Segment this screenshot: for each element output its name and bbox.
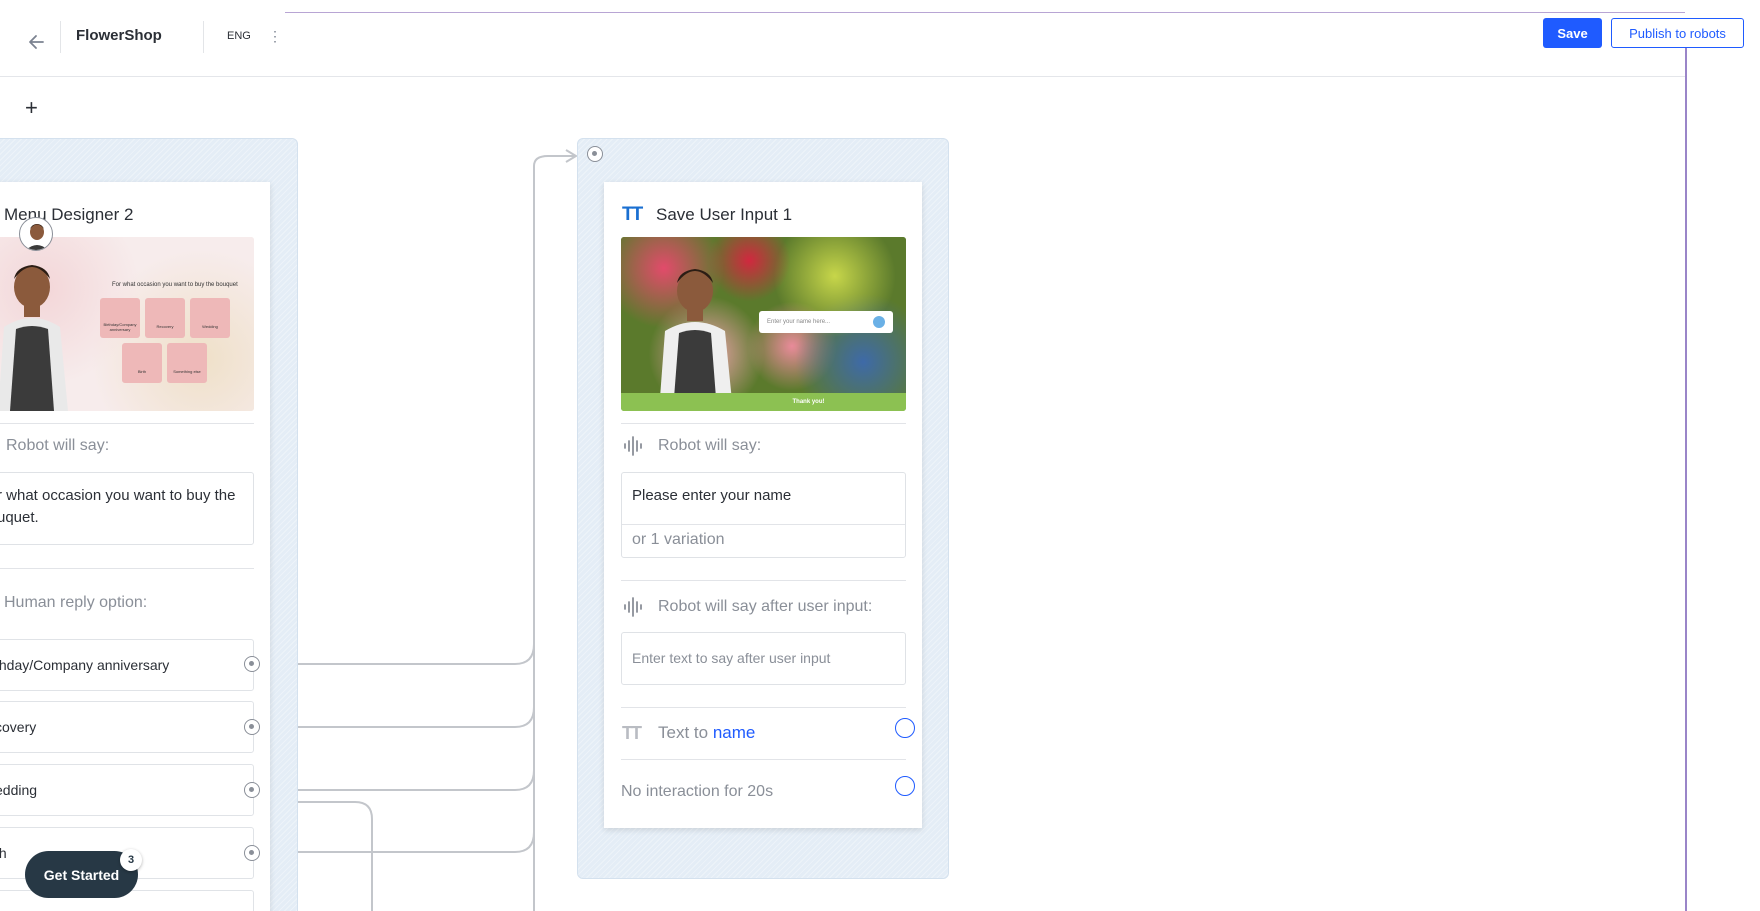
robot-speech-text: r what occasion you want to buy the uque… (0, 487, 236, 526)
input-port[interactable] (587, 146, 603, 162)
reply-option[interactable]: thday/Company anniversary (0, 639, 254, 691)
back-arrow-icon[interactable] (26, 31, 48, 53)
top-bar: FlowerShop ENG ⋮ Save Publish to robots (0, 13, 1744, 77)
robot-will-say-label: Robot will say: (658, 437, 762, 454)
robot-will-say-label: Robot will say: (6, 437, 110, 454)
timeout-output-port[interactable] (895, 776, 915, 796)
text-output-port[interactable] (895, 718, 915, 738)
divider (0, 423, 254, 424)
divider (203, 21, 204, 53)
save-user-input-card[interactable]: TT Save User Input 1 Enter your name her… (604, 182, 922, 828)
robot-after-input-label: Robot will say after user input: (658, 598, 873, 615)
human-reply-label: Human reply option: (4, 594, 148, 611)
text-type-icon: TT (622, 204, 643, 225)
divider (622, 524, 905, 525)
divider (621, 759, 906, 760)
preview-question: For what occasion you want to buy the bo… (112, 282, 238, 288)
notification-badge: 3 (120, 849, 142, 871)
robot-speech-text: Please enter your name (632, 487, 792, 504)
reply-output-port[interactable] (244, 845, 260, 861)
publish-to-robots-button[interactable]: Publish to robots (1611, 18, 1744, 48)
project-title: FlowerShop (76, 27, 162, 44)
menu-tile: Something else (167, 343, 207, 383)
robot-avatar-illustration (659, 269, 733, 411)
card-title: Save User Input 1 (656, 205, 793, 224)
variable-name[interactable]: name (713, 723, 756, 742)
menu-tile: Recovery (145, 298, 185, 338)
robot-avatar (19, 217, 53, 251)
reply-option[interactable]: covery (0, 701, 254, 753)
after-input-field[interactable]: Enter text to say after user input (621, 632, 906, 685)
reply-output-port[interactable] (244, 782, 260, 798)
robot-speech-box[interactable]: Please enter your name or 1 variation (621, 472, 906, 558)
audio-wave-icon (624, 597, 642, 617)
menu-designer-card[interactable]: Menu Designer 2 For what occasion you wa… (0, 182, 270, 911)
menu-tile: Birth (122, 343, 162, 383)
menu-tile: Wedding (190, 298, 230, 338)
menu-preview-image: For what occasion you want to buy the bo… (0, 237, 254, 411)
preview-name-input: Enter your name here... (759, 311, 893, 333)
save-button[interactable]: Save (1543, 18, 1602, 48)
robot-speech-box[interactable]: r what occasion you want to buy the uque… (0, 472, 254, 545)
divider (621, 423, 906, 424)
reply-output-port[interactable] (244, 656, 260, 672)
preview-footer: Thank you! (621, 393, 906, 411)
text-to-label: Text to name (658, 723, 756, 742)
canvas-right-border (1685, 48, 1687, 911)
language-selector[interactable]: ENG (227, 25, 251, 47)
text-type-icon: TT (622, 723, 642, 743)
flow-canvas[interactable]: + Menu Designer 2 For what occasion you … (0, 78, 1685, 911)
after-input-placeholder: Enter text to say after user input (632, 650, 831, 666)
robot-avatar-illustration (0, 265, 68, 411)
input-preview-image: Enter your name here... Thank you! (621, 237, 906, 411)
divider (621, 707, 906, 708)
variation-link[interactable]: or 1 variation (632, 529, 725, 551)
more-options-icon[interactable]: ⋮ (268, 25, 282, 47)
divider (60, 21, 61, 53)
divider (621, 580, 906, 581)
menu-tile: Birthday/Company anniversary (100, 298, 140, 338)
audio-wave-icon (624, 436, 642, 456)
preview-submit-icon (873, 316, 885, 328)
timeout-label: No interaction for 20s (621, 783, 774, 800)
divider (0, 568, 254, 569)
reply-option[interactable]: edding (0, 764, 254, 816)
reply-output-port[interactable] (244, 719, 260, 735)
